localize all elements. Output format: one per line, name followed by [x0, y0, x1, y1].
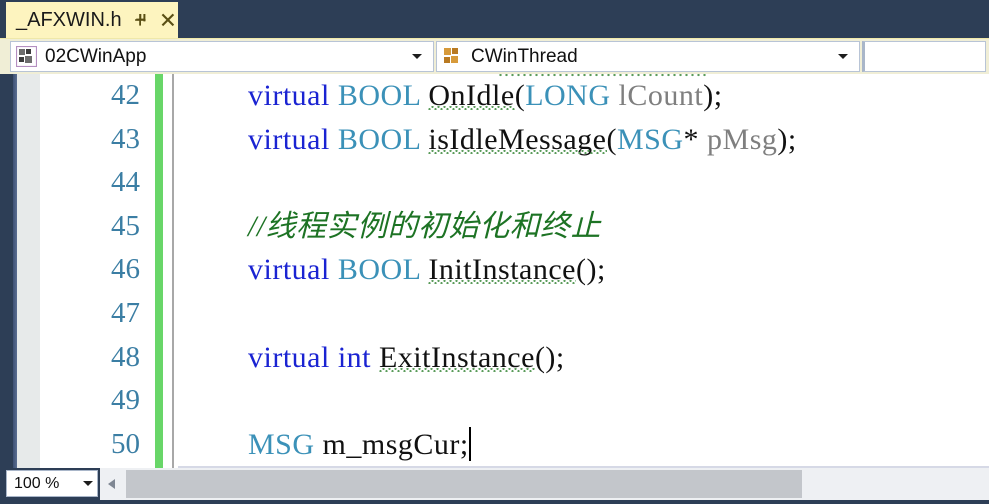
code-line[interactable]: MSG m_msgCur; [178, 423, 989, 467]
code-token: BOOL [337, 253, 421, 287]
code-token: //线程实例的初始化和终止 [248, 209, 602, 243]
text-caret [468, 426, 471, 461]
third-dropdown[interactable] [862, 41, 986, 72]
status-bar: 100 % [0, 468, 989, 504]
scroll-left-arrow-icon[interactable] [102, 470, 124, 498]
code-token: MSG [248, 427, 315, 461]
code-token: (); [534, 340, 565, 374]
class-icon [16, 46, 37, 67]
line-number-gutter: 42 43 44 45 46 47 48 49 50 [40, 74, 152, 468]
gutter-divider-line [172, 74, 174, 468]
code-token-squiggled: isIdleMessage [428, 122, 607, 156]
code-token-squiggled: OnIdle [428, 79, 515, 112]
code-token: pMsg [707, 122, 778, 156]
close-icon[interactable] [159, 11, 177, 29]
code-line[interactable]: virtual BOOL isIdleMessage(MSG* pMsg); [178, 118, 989, 162]
code-token: virtual [248, 122, 330, 156]
code-line[interactable] [178, 161, 989, 205]
code-token: ; [459, 427, 469, 461]
tab-afxwin-h[interactable]: _AFXWIN.h [6, 2, 178, 38]
line-number: 44 [111, 166, 140, 199]
line-number: 45 [111, 209, 140, 242]
line-number: 50 [111, 427, 140, 460]
code-token-squiggled: InitInstance [428, 253, 576, 287]
tab-strip: _AFXWIN.h [0, 0, 989, 38]
zoom-level-value: 100 % [14, 474, 60, 492]
code-token: MSG [617, 122, 684, 156]
project-class-value: 02CWinApp [45, 45, 147, 67]
project-class-dropdown[interactable]: 02CWinApp [10, 41, 434, 72]
change-indicator-bar [155, 74, 163, 468]
code-editor[interactable]: 42 43 44 45 46 47 48 49 50 virtual BOOL OnIdle(L… [0, 74, 989, 468]
editor-gutter-strip[interactable] [17, 74, 40, 468]
code-token: lCount [618, 79, 704, 112]
code-token: ); [703, 79, 723, 112]
code-token-squiggled: ExitInstance [378, 340, 535, 374]
visual-studio-editor-window: _AFXWIN.h 02CWinApp CWinThread 42 43 44 … [0, 0, 989, 504]
code-token: virtual [248, 253, 330, 287]
line-number: 42 [111, 79, 140, 111]
member-class-dropdown[interactable]: CWinThread [436, 41, 860, 72]
navigation-bar: 02CWinApp CWinThread [0, 38, 989, 75]
code-line[interactable] [178, 379, 989, 423]
code-line[interactable]: virtual BOOL InitInstance(); [178, 248, 989, 292]
code-text-area[interactable]: virtual BOOL OnIdle(LONG lCount); virtual… [178, 74, 989, 468]
line-number: 47 [111, 296, 140, 329]
pin-icon[interactable] [132, 11, 150, 29]
code-token: (); [575, 253, 606, 287]
code-token: virtual [248, 340, 330, 374]
code-line[interactable] [178, 292, 989, 336]
scrollbar-thumb[interactable] [126, 470, 802, 498]
line-number: 48 [111, 340, 140, 373]
chevron-down-icon[interactable] [408, 48, 426, 66]
line-number: 43 [111, 122, 140, 155]
code-token: m_msgCur [322, 427, 460, 461]
editor-left-edge [0, 74, 17, 468]
code-token: * [683, 122, 708, 156]
code-token: ( [514, 79, 526, 112]
code-token: ); [777, 122, 797, 156]
line-number: 49 [111, 384, 140, 417]
code-token: LONG [525, 79, 611, 112]
tab-title: _AFXWIN.h [16, 8, 122, 31]
zoom-level-dropdown[interactable]: 100 % [6, 470, 98, 497]
chevron-down-icon[interactable] [834, 48, 852, 66]
code-line[interactable]: //线程实例的初始化和终止 [178, 205, 989, 249]
member-class-value: CWinThread [471, 45, 578, 67]
chevron-down-icon[interactable] [83, 475, 93, 493]
code-token: virtual [248, 79, 330, 112]
class-icon [442, 46, 463, 67]
code-line[interactable]: virtual BOOL OnIdle(LONG lCount); [178, 74, 989, 118]
code-token: int [337, 340, 371, 374]
code-token: BOOL [337, 122, 421, 156]
code-token: ( [606, 122, 617, 156]
code-line[interactable]: virtual int ExitInstance(); [178, 336, 989, 380]
status-bar-strip [0, 500, 989, 504]
horizontal-scrollbar[interactable] [100, 468, 989, 500]
line-number: 46 [111, 253, 140, 286]
code-token: BOOL [337, 79, 421, 112]
